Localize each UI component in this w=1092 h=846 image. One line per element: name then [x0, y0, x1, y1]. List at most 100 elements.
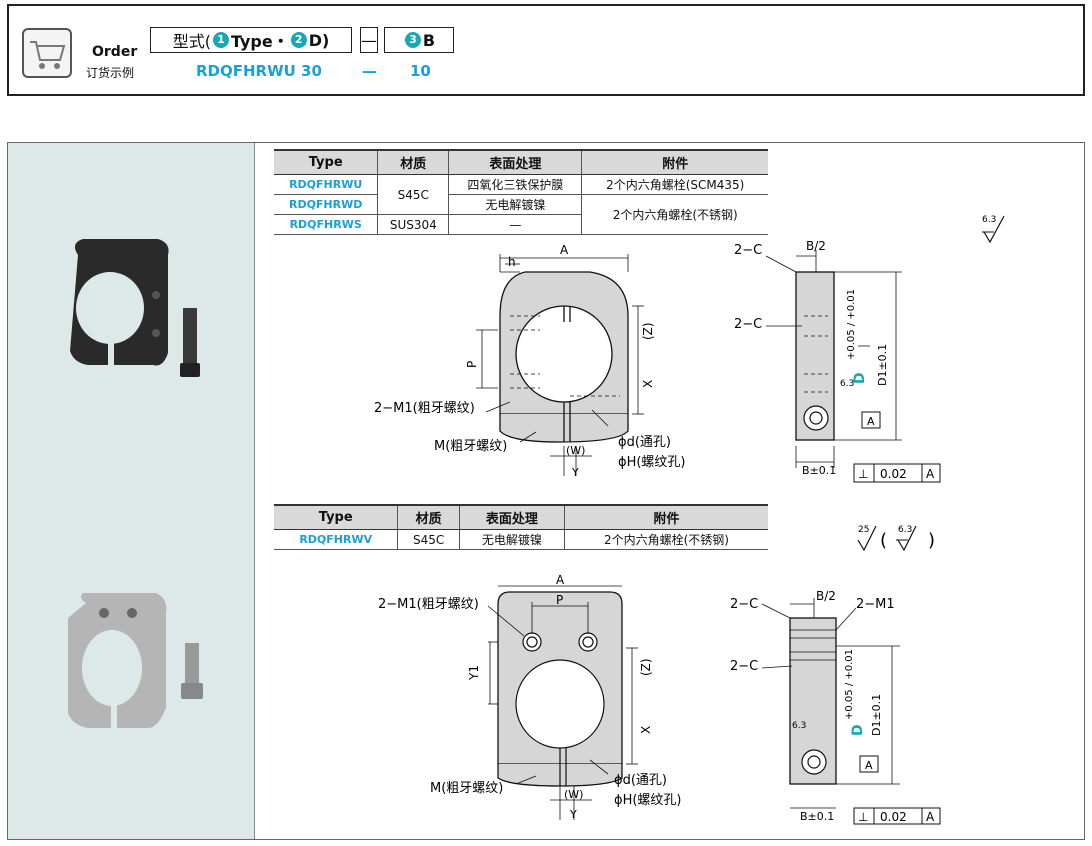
accessory-cell: 2个内六角螺栓(不锈钢) — [581, 194, 768, 235]
circle-3-icon: 3 — [404, 32, 421, 48]
example-b: 10 — [410, 62, 431, 80]
product-photo-panel — [8, 143, 255, 839]
label-m-thread: M(粗牙螺纹) — [430, 781, 503, 796]
label-m1-thread: 2−M1(粗牙螺纹) — [378, 597, 479, 612]
roughness-symbol-1: 6.3 — [982, 215, 1005, 244]
roughness-value: 6.3 — [982, 215, 996, 225]
accessory-cell: 2个内六角螺栓(SCM435) — [581, 174, 768, 195]
dim-A: A — [560, 243, 569, 257]
dash-box: — — [360, 27, 378, 53]
dim-A: A — [556, 573, 565, 587]
perpendicularity-datum: A — [926, 467, 935, 481]
example-dash: — — [362, 62, 377, 80]
material-cell: S45C — [377, 174, 449, 215]
label-phid: ϕd(通孔) — [614, 773, 667, 788]
dim-D1: D1±0.1 — [870, 694, 883, 736]
drawing1-side-view: B/2 2−C 2−C +0.05 / +0.01 D D1±0.1 A 6.3… — [734, 239, 941, 483]
dim-Z: (Z) — [639, 658, 653, 676]
datum-A: A — [865, 759, 873, 772]
label-m1: 2−M1 — [856, 597, 895, 612]
col-material: 材质 — [397, 504, 460, 530]
dim-D: D — [852, 372, 868, 384]
label-m1-thread: 2−M1(粗牙螺纹) — [374, 401, 475, 416]
label-chamfer-1: 2−C — [730, 597, 758, 612]
order-title: Order — [92, 44, 138, 60]
label-phiH: ϕH(螺纹孔) — [618, 455, 686, 470]
example-type: RDQFHRWU 30 — [196, 62, 322, 80]
label-chamfer-1: 2−C — [734, 243, 762, 258]
surface-cell: 四氧化三铁保护膜 — [448, 174, 582, 195]
b-label-box: 3B — [384, 27, 454, 53]
label-chamfer-2: 2−C — [734, 317, 762, 332]
type-cell: RDQFHRWV — [274, 529, 398, 550]
perpendicularity-datum: A — [926, 810, 935, 824]
drawing2-side-view: B/2 2−C 2−C 2−M1 +0.05 / +0.01 D D1±0.1 … — [730, 589, 941, 825]
dim-D: D — [850, 724, 866, 736]
dim-P: P — [465, 361, 479, 368]
label-phid: ϕd(通孔) — [618, 435, 671, 450]
roughness-value: 6.3 — [792, 721, 806, 731]
type-label-part2: D) — [308, 30, 330, 50]
col-accessory: 附件 — [581, 149, 768, 175]
dim-X: X — [641, 380, 655, 388]
type-cell: RDQFHRWD — [274, 194, 378, 215]
col-material: 材质 — [377, 149, 449, 175]
type-d-label-box: 型式(1 Type・ 2 D) — [150, 27, 352, 53]
label-phiH: ϕH(螺纹孔) — [614, 793, 682, 808]
dim-Y1: Y1 — [467, 665, 481, 681]
perpendicularity-value: 0.02 — [880, 467, 907, 481]
col-accessory: 附件 — [563, 504, 768, 530]
circle-2-icon: 2 — [290, 32, 307, 48]
material-cell: S45C — [397, 529, 460, 550]
order-subtitle: 订货示例 — [86, 66, 135, 80]
label-m-thread: M(粗牙螺纹) — [434, 439, 507, 454]
surface-cell: 无电解镀镍 — [448, 194, 582, 215]
circle-1-icon: 1 — [212, 32, 229, 48]
dim-W: (W) — [564, 788, 583, 801]
surface-cell: 无电解镀镍 — [458, 529, 565, 550]
drawing1-front-view: A h P (Z) X 2−M1(粗牙螺纹) M(粗牙螺纹) (W) Y ϕd(… — [374, 243, 686, 479]
dim-B-tolerance: B±0.1 — [802, 464, 836, 477]
dim-B2: B/2 — [816, 589, 836, 603]
dim-Y: Y — [571, 466, 579, 479]
product-photos — [68, 239, 203, 729]
b-label: B — [422, 30, 436, 50]
type-label-part1: Type・ — [230, 32, 289, 51]
dim-W: (W) — [566, 444, 585, 457]
silver-collar-image — [68, 593, 203, 729]
dim-D-tolerance: +0.05 / +0.01 — [844, 649, 855, 720]
type-cell: RDQFHRWU — [274, 174, 378, 195]
roughness-value: 6.3 — [898, 525, 912, 535]
table-row: RDQFHRWD 无电解镀镍 2个内六角螺栓(不锈钢) — [274, 194, 768, 235]
label-chamfer-2: 2−C — [730, 659, 758, 674]
perpendicularity-icon: ⊥ — [858, 467, 868, 481]
drawing2-front-view: A P Y1 (Z) X 2−M1(粗牙螺纹) M(粗牙螺纹) (W) Y ϕd… — [378, 573, 682, 821]
surface-cell: — — [448, 214, 582, 235]
svg-text:): ) — [928, 530, 935, 551]
spec-table-2: Type 材质 表面处理 附件 RDQFHRWV S45C 无电解镀镍 2个内六… — [274, 504, 768, 550]
black-collar-image — [70, 239, 200, 377]
roughness-value: 25 — [858, 525, 869, 535]
accessory-cell: 2个内六角螺栓(不锈钢) — [563, 529, 768, 550]
type-label-prefix: 型式( — [172, 32, 211, 51]
col-type: Type — [274, 504, 398, 530]
col-surface: 表面处理 — [448, 149, 582, 175]
material-cell: SUS304 — [377, 214, 449, 235]
col-type: Type — [274, 149, 378, 175]
dim-D1: D1±0.1 — [876, 344, 889, 386]
cart-icon — [22, 28, 72, 78]
dim-Z: (Z) — [641, 322, 655, 340]
table-row: RDQFHRWU S45C 四氧化三铁保护膜 2个内六角螺栓(SCM435) — [274, 174, 768, 215]
roughness-symbol-2: 25 ( 6.3 ) — [857, 525, 935, 552]
svg-text:(: ( — [880, 530, 887, 551]
spec-table-1: Type 材质 表面处理 附件 RDQFHRWU S45C 四氧化三铁保护膜 2… — [274, 149, 768, 235]
dim-B-tolerance: B±0.1 — [800, 810, 834, 823]
dim-P: P — [556, 593, 563, 607]
dim-h: h — [508, 255, 516, 269]
perpendicularity-value: 0.02 — [880, 810, 907, 824]
dim-D-tolerance: +0.05 / +0.01 — [846, 289, 857, 360]
datum-A: A — [867, 415, 875, 428]
dim-B2: B/2 — [806, 239, 826, 253]
table-row: RDQFHRWV S45C 无电解镀镍 2个内六角螺栓(不锈钢) — [274, 529, 768, 550]
roughness-value: 6.3 — [840, 379, 854, 389]
